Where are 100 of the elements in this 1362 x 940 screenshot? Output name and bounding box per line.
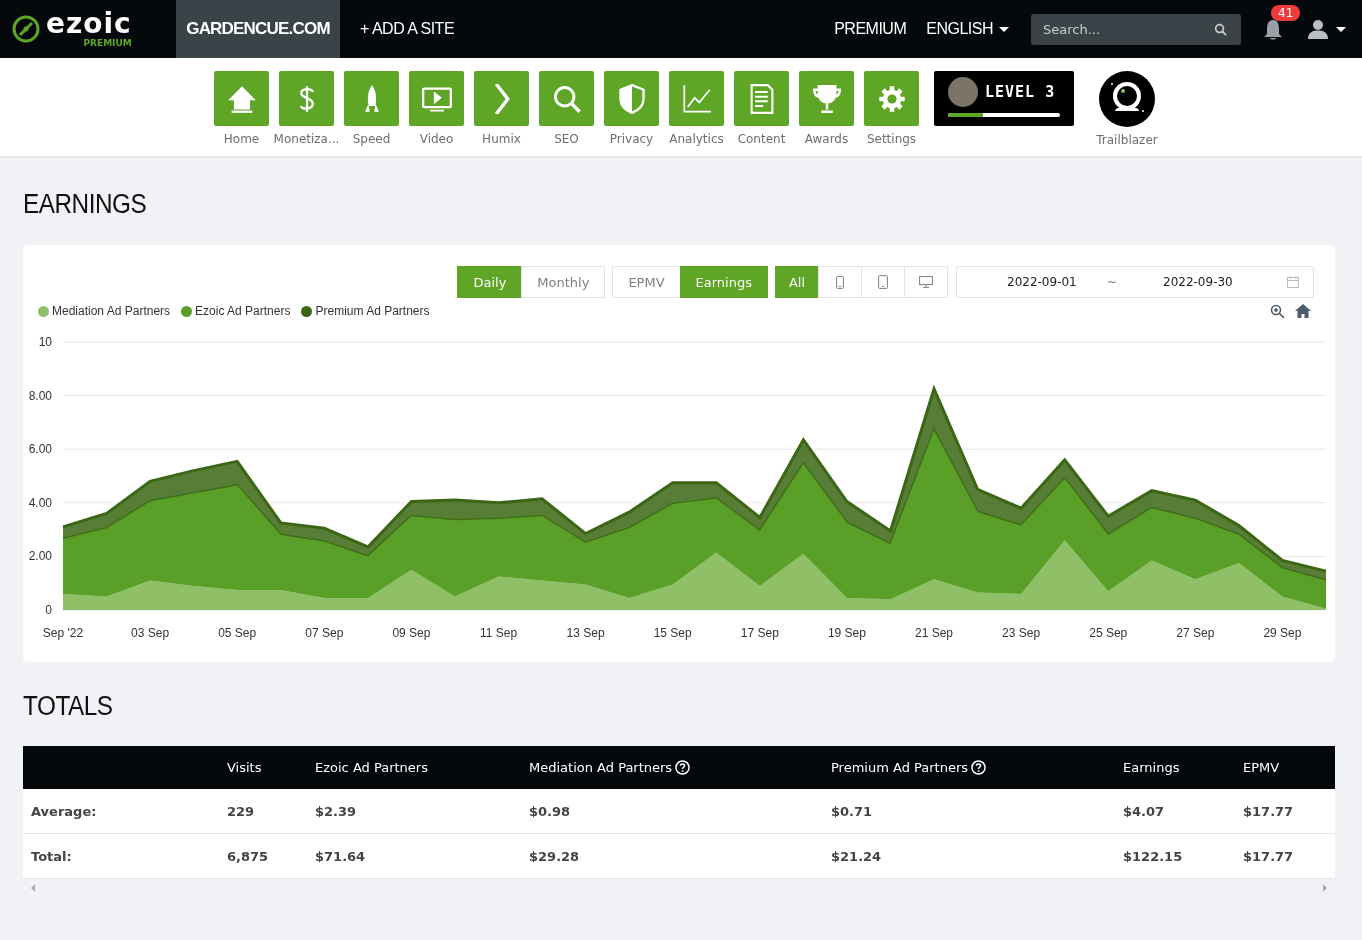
x-axis-label: 13 Sep [566,626,605,640]
nav-tile-button[interactable] [344,71,399,126]
search-field[interactable]: Search... [1031,13,1241,45]
nav-label[interactable]: Content [737,132,786,146]
desktop-device-tab[interactable] [904,266,948,298]
table-cell: $17.77 [1243,803,1294,819]
tablet-device-tab[interactable] [861,266,905,298]
user-menu[interactable] [1307,18,1346,40]
x-axis-label: 03 Sep [131,626,170,640]
nav-label[interactable]: Humix [482,132,521,146]
x-axis-label: Sep '22 [42,626,84,640]
x-axis-label: 19 Sep [827,626,866,640]
section-title: TOTALS [23,690,114,722]
table-cell: $2.39 [315,803,357,819]
search-icon [1214,22,1227,36]
x-axis-label: 29 Sep [1263,626,1302,640]
y-axis-label: 8.00 [28,388,52,403]
nav-label[interactable]: Monetiza... [273,132,340,146]
premium-link[interactable]: PREMIUM [824,20,917,38]
device-tab[interactable]: All [775,266,819,298]
table-cell: 229 [227,803,255,819]
help-icon[interactable] [675,760,691,775]
nav-label[interactable]: Home [223,132,260,146]
column-header: EPMV [1243,760,1280,775]
nav-tile-button[interactable] [409,71,464,126]
nav-tile-button[interactable] [539,71,594,126]
nav-tile-button[interactable] [669,71,724,126]
x-axis-label: 17 Sep [740,626,779,640]
x-axis-label: 25 Sep [1089,626,1128,640]
table-cell: $17.77 [1243,848,1294,864]
help-icon[interactable] [971,760,987,775]
nav-label[interactable]: Awards [804,132,849,146]
avatar-photo-placeholder [948,77,978,107]
table-cell: $122.15 [1123,848,1183,864]
y-axis-label: 4.00 [28,495,52,510]
y-axis-label: 6.00 [28,442,52,457]
column-header: Earnings [1123,760,1180,775]
table-cell: Average: [31,803,97,819]
y-axis-label: 0 [45,603,52,617]
logo-tagline: PREMIUM [83,38,132,48]
bell-icon[interactable] [1263,19,1283,41]
logo-icon [12,15,40,43]
gear-icon [876,83,907,114]
level-card[interactable]: LEVEL 3 [934,71,1074,126]
nav-tile-button[interactable] [474,71,529,126]
nav-tile-button[interactable] [799,71,854,126]
x-axis-label: 23 Sep [1002,626,1041,640]
line-chart-icon [681,83,712,114]
nav-tile-button[interactable] [214,71,269,126]
x-axis-label: 27 Sep [1176,626,1215,640]
column-header: Ezoic Ad Partners [315,760,428,775]
legend-label[interactable]: Mediation Ad Partners [52,304,171,318]
legend-label[interactable]: Ezoic Ad Partners [195,304,291,318]
date-range-field[interactable]: 2022-09-01 ~ 2022-09-30 [956,266,1314,298]
astronaut-helmet-icon[interactable] [1099,71,1155,127]
phone-device-tab[interactable] [818,266,862,298]
y-axis-label: 2.00 [28,549,52,564]
table-cell: $0.71 [831,803,873,819]
table-cell: $0.98 [529,803,571,819]
nav-label[interactable]: Privacy [609,132,654,146]
table-cell: $4.07 [1123,803,1165,819]
nav-tile-button[interactable] [734,71,789,126]
nav-tile-button[interactable] [279,71,334,126]
period-tab[interactable]: Monthly [521,266,606,298]
column-header: Premium Ad Partners [831,760,969,775]
tablet-icon [878,275,888,289]
section-title: EARNINGS [23,188,148,220]
x-axis-label: 15 Sep [653,626,692,640]
notification-count: 41 [1271,5,1301,21]
nav-label[interactable]: Settings [866,132,917,146]
nav-tile-button[interactable] [604,71,659,126]
metric-tab[interactable]: EPMV [612,266,681,298]
x-axis-label: 09 Sep [392,626,431,640]
metric-tab[interactable]: Earnings [679,266,768,298]
language-dropdown[interactable]: ENGLISH [916,20,1019,38]
nav-label[interactable]: Speed [352,132,391,146]
y-axis-label: 10 [38,335,52,349]
magnifier-icon [551,83,582,114]
table-cell: $71.64 [315,848,366,864]
desktop-icon [919,276,933,288]
home-icon[interactable] [1295,303,1311,318]
nav-tile-button[interactable] [864,71,919,126]
trophy-icon [811,83,842,114]
column-header: Mediation Ad Partners [529,760,673,775]
x-axis-label: 05 Sep [218,626,257,640]
site-tab[interactable]: GARDENCUE.COM [176,0,340,58]
phone-icon [836,275,844,289]
table-cell: 6,875 [227,848,269,864]
table-cell: Total: [31,848,72,864]
nav-label[interactable]: Analytics [669,132,724,146]
zoom-icon[interactable] [1270,303,1285,319]
x-axis-label: 11 Sep [479,626,518,640]
legend-label[interactable]: Premium Ad Partners [315,304,430,318]
nav-label[interactable]: SEO [554,132,579,146]
shield-icon [616,83,647,114]
badge-label: Trailblazer [1096,133,1158,147]
add-site-link[interactable]: + ADD A SITE [340,20,465,38]
level-label: LEVEL 3 [985,83,1056,101]
nav-label[interactable]: Video [419,132,454,146]
period-tab[interactable]: Daily [457,266,523,298]
